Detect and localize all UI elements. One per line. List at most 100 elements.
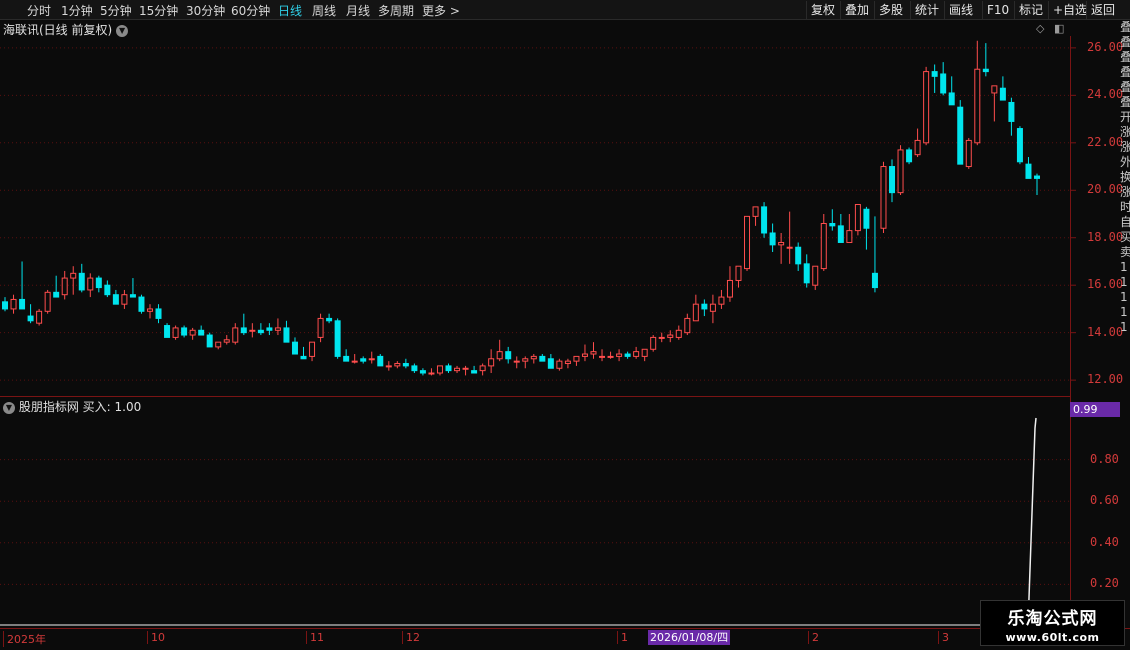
candle[interactable] bbox=[1034, 173, 1040, 196]
candle[interactable] bbox=[189, 327, 196, 340]
candle[interactable] bbox=[991, 85, 998, 122]
candle[interactable] bbox=[402, 358, 409, 369]
candle[interactable] bbox=[871, 216, 878, 293]
candle[interactable] bbox=[530, 354, 537, 364]
candle[interactable] bbox=[95, 275, 102, 293]
candle[interactable] bbox=[522, 356, 529, 369]
candle[interactable] bbox=[1025, 157, 1032, 179]
candle[interactable] bbox=[488, 349, 495, 374]
candle[interactable] bbox=[897, 145, 904, 196]
candle[interactable] bbox=[735, 265, 742, 288]
candle[interactable] bbox=[343, 349, 350, 362]
candle[interactable] bbox=[360, 356, 367, 364]
candle[interactable] bbox=[940, 62, 947, 96]
candle[interactable] bbox=[752, 206, 759, 226]
candle[interactable] bbox=[667, 330, 674, 343]
candle[interactable] bbox=[795, 242, 802, 271]
candle[interactable] bbox=[889, 159, 896, 203]
candle[interactable] bbox=[317, 313, 324, 343]
candle[interactable] bbox=[709, 294, 716, 324]
candle[interactable] bbox=[556, 358, 563, 371]
window-toggle-icon[interactable]: ◧ bbox=[1054, 22, 1064, 35]
candle[interactable] bbox=[36, 308, 43, 326]
diamond-icon[interactable]: ◇ bbox=[1036, 22, 1044, 35]
candle[interactable] bbox=[411, 363, 418, 374]
candle[interactable] bbox=[675, 325, 682, 340]
candle[interactable] bbox=[701, 299, 708, 317]
candle[interactable] bbox=[257, 323, 264, 336]
candle[interactable] bbox=[684, 313, 691, 336]
candle[interactable] bbox=[931, 64, 938, 93]
candle[interactable] bbox=[326, 313, 333, 324]
candle[interactable] bbox=[513, 356, 520, 369]
candle[interactable] bbox=[573, 355, 580, 366]
candle[interactable] bbox=[769, 223, 776, 252]
candle[interactable] bbox=[44, 289, 51, 314]
candle[interactable] bbox=[394, 361, 401, 369]
panel-separator[interactable] bbox=[0, 396, 1070, 397]
candle[interactable] bbox=[880, 161, 887, 233]
candle[interactable] bbox=[172, 325, 179, 340]
candle[interactable] bbox=[61, 270, 68, 300]
candle[interactable] bbox=[445, 363, 452, 374]
candle[interactable] bbox=[206, 332, 213, 348]
candle[interactable] bbox=[786, 211, 793, 264]
candle[interactable] bbox=[462, 365, 469, 376]
candle[interactable] bbox=[914, 128, 921, 158]
candle[interactable] bbox=[419, 368, 426, 376]
candle[interactable] bbox=[309, 341, 316, 362]
candle[interactable] bbox=[718, 289, 725, 309]
candle[interactable] bbox=[658, 332, 665, 343]
candle[interactable] bbox=[641, 348, 648, 362]
candle[interactable] bbox=[863, 206, 870, 250]
candle[interactable] bbox=[923, 66, 930, 146]
candle[interactable] bbox=[965, 138, 972, 169]
candle[interactable] bbox=[948, 76, 955, 106]
candle[interactable] bbox=[624, 351, 631, 359]
candle[interactable] bbox=[846, 214, 853, 243]
candle[interactable] bbox=[616, 349, 623, 362]
candle[interactable] bbox=[633, 346, 640, 359]
candle[interactable] bbox=[581, 344, 588, 362]
candle[interactable] bbox=[471, 365, 478, 374]
chart-canvas[interactable] bbox=[0, 0, 1130, 650]
candle[interactable] bbox=[291, 337, 298, 355]
candle[interactable] bbox=[607, 351, 614, 359]
candle[interactable] bbox=[454, 365, 461, 374]
candle[interactable] bbox=[778, 232, 785, 264]
candle[interactable] bbox=[129, 278, 136, 298]
candle[interactable] bbox=[10, 294, 17, 314]
candle[interactable] bbox=[564, 358, 571, 369]
candle[interactable] bbox=[547, 354, 554, 369]
candle[interactable] bbox=[2, 297, 8, 312]
candle[interactable] bbox=[300, 346, 307, 360]
candle[interactable] bbox=[223, 335, 230, 345]
candle[interactable] bbox=[599, 349, 606, 362]
candle[interactable] bbox=[249, 323, 256, 338]
candle[interactable] bbox=[479, 363, 486, 376]
candle[interactable] bbox=[266, 323, 273, 336]
candle[interactable] bbox=[590, 342, 597, 359]
candle[interactable] bbox=[70, 266, 77, 295]
candle[interactable] bbox=[283, 320, 290, 343]
candle[interactable] bbox=[181, 325, 188, 338]
candle[interactable] bbox=[761, 202, 768, 238]
candle[interactable] bbox=[692, 294, 699, 322]
candle[interactable] bbox=[957, 100, 964, 165]
candle[interactable] bbox=[377, 354, 384, 367]
candle[interactable] bbox=[999, 76, 1006, 101]
candle[interactable] bbox=[104, 280, 111, 298]
candle[interactable] bbox=[539, 354, 546, 362]
candle[interactable] bbox=[215, 341, 222, 350]
candle[interactable] bbox=[27, 304, 34, 324]
candle[interactable] bbox=[1008, 97, 1015, 136]
candle[interactable] bbox=[1016, 126, 1023, 165]
candle[interactable] bbox=[78, 263, 85, 293]
candle[interactable] bbox=[334, 318, 341, 359]
candle[interactable] bbox=[53, 275, 60, 298]
candle[interactable] bbox=[368, 351, 375, 364]
chevron-down-icon[interactable]: ▼ bbox=[3, 401, 15, 414]
candle[interactable] bbox=[829, 209, 836, 231]
chevron-down-icon[interactable]: ▼ bbox=[116, 24, 129, 37]
candle[interactable] bbox=[812, 265, 819, 290]
